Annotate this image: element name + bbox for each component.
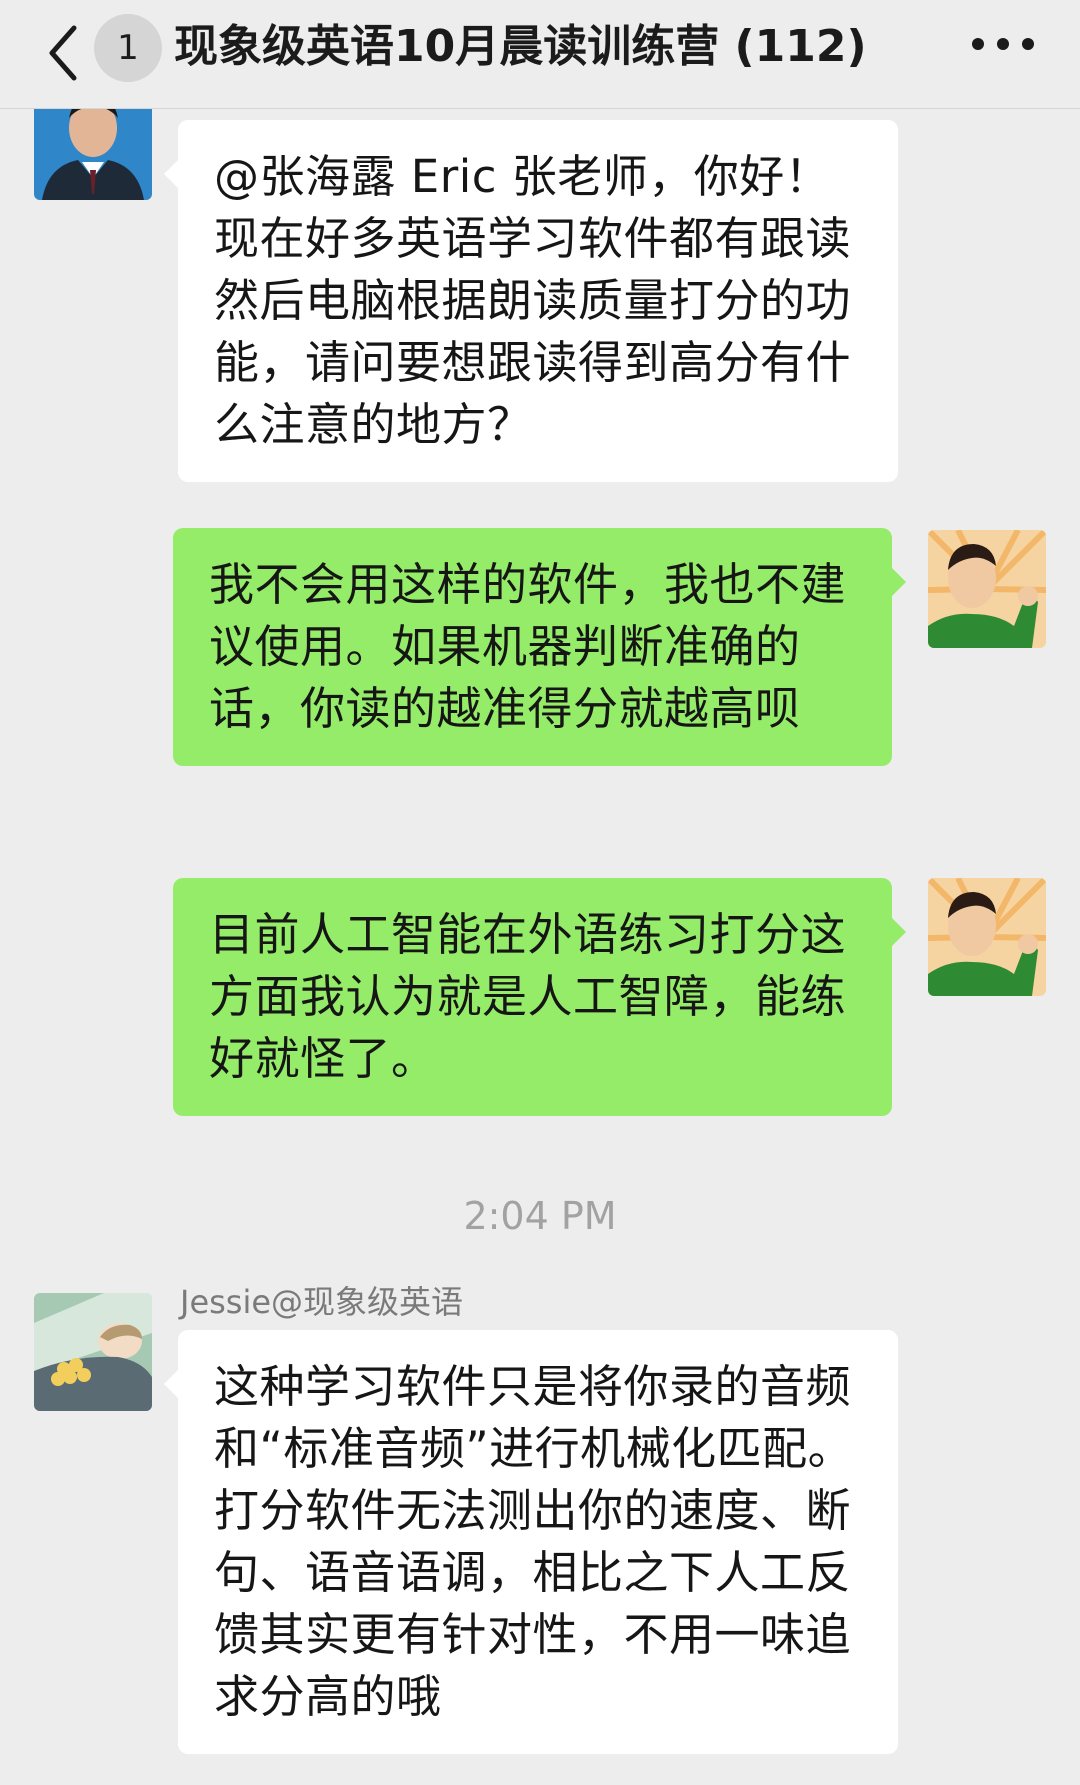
message-bubble[interactable]: 我不会用这样的软件，我也不建议使用。如果机器判断准确的话，你读的越准得分就越高呗	[173, 528, 906, 766]
more-dots-icon[interactable]	[968, 24, 1038, 64]
message-text: 目前人工智能在外语练习打分这方面我认为就是人工智障，能练好就怪了。	[209, 908, 847, 1085]
message-text: @张海露 Eric 张老师，你好！现在好多英语学习软件都有跟读然后电脑根据朗读质…	[214, 150, 852, 451]
avatar[interactable]	[928, 878, 1046, 996]
message-bubble[interactable]: @张海露 Eric 张老师，你好！现在好多英语学习软件都有跟读然后电脑根据朗读质…	[164, 120, 898, 482]
chevron-left-icon[interactable]	[40, 18, 90, 88]
chat-title: 现象级英语10月晨读训练营 (112)	[174, 21, 867, 72]
unread-count-badge[interactable]: 1	[94, 14, 162, 82]
message-bubble[interactable]: 目前人工智能在外语练习打分这方面我认为就是人工智障，能练好就怪了。	[173, 878, 906, 1116]
avatar[interactable]	[34, 1293, 152, 1411]
avatar[interactable]	[928, 530, 1046, 648]
chat-header: 1 现象级英语10月晨读训练营 (112)	[0, 0, 1080, 109]
message-bubble[interactable]: 这种学习软件只是将你录的音频和“标准音频”进行机械化匹配。打分软件无法测出你的速…	[164, 1330, 898, 1754]
message-text: 我不会用这样的软件，我也不建议使用。如果机器判断准确的话，你读的越准得分就越高呗	[209, 558, 847, 735]
message-timestamp: 2:04 PM	[463, 1194, 617, 1238]
sender-name: Jessie@现象级英语	[180, 1283, 464, 1321]
message-text: 这种学习软件只是将你录的音频和“标准音频”进行机械化匹配。打分软件无法测出你的速…	[214, 1360, 854, 1723]
